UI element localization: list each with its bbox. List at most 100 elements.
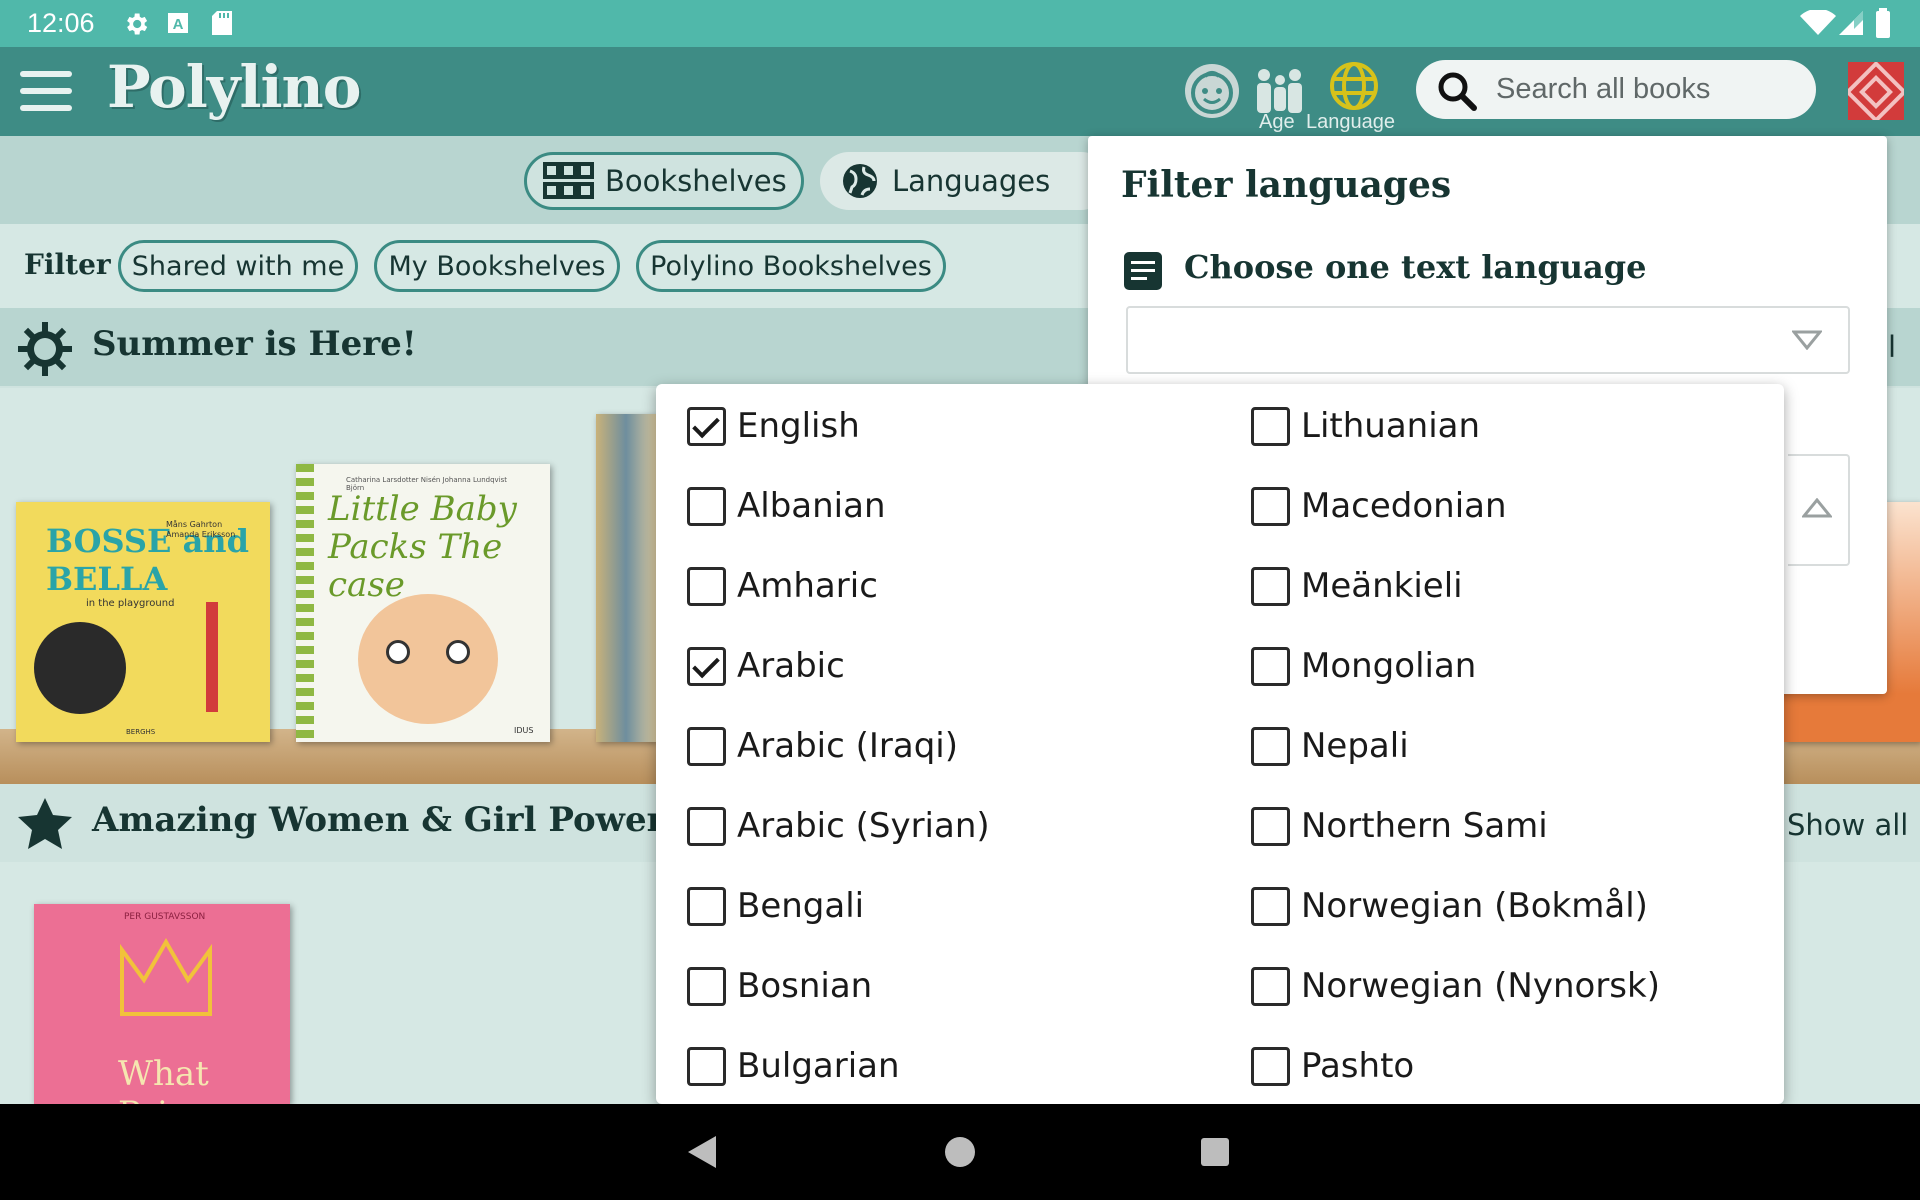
menu-icon[interactable] — [20, 69, 72, 113]
language-option-label: Bosnian — [737, 966, 873, 1006]
language-option-label: Northern Sami — [1301, 806, 1548, 846]
checkbox-unchecked[interactable] — [1251, 406, 1290, 446]
home-icon[interactable] — [944, 1136, 976, 1168]
text-document-icon — [1124, 252, 1162, 290]
font-icon: A — [168, 13, 188, 33]
checkbox-unchecked[interactable] — [1251, 486, 1290, 526]
checkbox-checked[interactable] — [687, 406, 726, 446]
filter-chip-my-bookshelves[interactable]: My Bookshelves — [374, 240, 620, 292]
book-publisher: BERGHS — [126, 728, 156, 736]
star-icon — [18, 798, 72, 849]
language-option[interactable]: Bosnian — [687, 946, 872, 1026]
book-illustration — [206, 602, 218, 712]
language-option[interactable]: Bulgarian — [687, 1026, 900, 1106]
checkbox-unchecked[interactable] — [1251, 566, 1290, 606]
svg-text:A: A — [173, 16, 184, 33]
book-little-baby[interactable]: Catharina Larsdotter Nisén Johanna Lundq… — [296, 464, 550, 742]
checkbox-unchecked[interactable] — [687, 486, 726, 526]
battery-icon — [1876, 8, 1890, 38]
language-option[interactable]: English — [687, 386, 860, 466]
search-input[interactable]: Search all books — [1416, 60, 1816, 119]
panel-title: Filter languages — [1121, 164, 1452, 206]
language-option[interactable]: Pashto — [1251, 1026, 1414, 1106]
book-spine — [296, 464, 314, 742]
tab-bookshelves[interactable]: Bookshelves — [524, 152, 804, 210]
language-option[interactable]: Norwegian (Bokmål) — [1251, 866, 1648, 946]
checkbox-unchecked[interactable] — [1251, 806, 1290, 846]
language-option[interactable]: Bengali — [687, 866, 864, 946]
book-illustration — [446, 640, 470, 664]
checkbox-unchecked[interactable] — [687, 566, 726, 606]
chevron-down-icon — [1792, 330, 1822, 350]
language-option[interactable]: Nepali — [1251, 706, 1409, 786]
language-option[interactable]: Macedonian — [1251, 466, 1507, 546]
checkbox-unchecked[interactable] — [687, 806, 726, 846]
signal-icon — [1839, 11, 1863, 35]
checkbox-unchecked[interactable] — [687, 966, 726, 1006]
book-bosse-and-bella[interactable]: BOSSE and BELLA in the playground Måns G… — [16, 502, 270, 742]
checkbox-unchecked[interactable] — [1251, 886, 1290, 926]
book-partial[interactable] — [596, 414, 656, 742]
tab-bookshelves-label: Bookshelves — [605, 164, 787, 198]
language-option[interactable]: Amharic — [687, 546, 878, 626]
grid-icon — [543, 162, 594, 199]
app-logo[interactable]: Polylino — [107, 53, 361, 121]
language-select-collapse[interactable] — [1788, 454, 1850, 566]
language-dropdown-list: English Albanian Amharic Arabic Arabic (Iraq… — [656, 384, 1784, 1104]
checkbox-unchecked[interactable] — [1251, 1046, 1290, 1086]
search-placeholder: Search all books — [1496, 73, 1711, 105]
language-option[interactable]: Mongolian — [1251, 626, 1476, 706]
book-publisher: IDUS — [514, 726, 534, 735]
checkbox-unchecked[interactable] — [687, 1046, 726, 1086]
checkbox-unchecked[interactable] — [687, 886, 726, 926]
language-label[interactable]: Language — [1306, 111, 1395, 134]
section-title-summer: Summer is Here! — [92, 324, 417, 364]
language-option[interactable]: Lithuanian — [1251, 386, 1480, 466]
language-option[interactable]: Albanian — [687, 466, 886, 546]
language-option[interactable]: Arabic (Iraqi) — [687, 706, 958, 786]
book-author: PER GUSTAVSSON — [124, 912, 206, 922]
language-option[interactable]: Arabic — [687, 626, 845, 706]
age-icon[interactable] — [1254, 67, 1304, 115]
child-face-icon[interactable] — [1183, 62, 1241, 120]
sun-icon — [18, 322, 72, 376]
book-subtitle: in the playground — [86, 598, 175, 609]
settings-icon — [127, 13, 148, 35]
checkbox-unchecked[interactable] — [1251, 966, 1290, 1006]
profile-logo-icon — [1844, 60, 1908, 124]
status-bar: 12:06 A — [0, 0, 1920, 47]
language-option[interactable]: Northern Sami — [1251, 786, 1548, 866]
section-show-all-amazing-women[interactable]: Show all — [1787, 808, 1908, 842]
language-option-label: Arabic (Iraqi) — [737, 726, 958, 766]
panel-subtitle: Choose one text language — [1184, 248, 1647, 286]
language-option[interactable]: Meänkieli — [1251, 546, 1463, 626]
text-language-select[interactable] — [1126, 306, 1850, 374]
checkbox-unchecked[interactable] — [1251, 726, 1290, 766]
section-title-amazing-women: Amazing Women & Girl Power — [92, 800, 665, 840]
language-option-label: English — [737, 406, 860, 446]
book-illustration — [386, 640, 410, 664]
globe-icon — [843, 164, 877, 198]
language-option-label: Norwegian (Nynorsk) — [1301, 966, 1660, 1006]
language-option-label: Nepali — [1301, 726, 1409, 766]
language-globe-icon[interactable] — [1329, 61, 1379, 111]
filter-chip-shared[interactable]: Shared with me — [118, 240, 358, 292]
age-label[interactable]: Age — [1259, 111, 1295, 134]
book-title: What Princess — [118, 1054, 264, 1104]
language-option[interactable]: Norwegian (Nynorsk) — [1251, 946, 1660, 1026]
language-option[interactable]: Arabic (Syrian) — [687, 786, 990, 866]
wifi-icon — [1800, 10, 1836, 35]
checkbox-checked[interactable] — [687, 646, 726, 686]
checkbox-unchecked[interactable] — [687, 726, 726, 766]
filter-chip-polylino-bookshelves[interactable]: Polylino Bookshelves — [636, 240, 946, 292]
recents-icon[interactable] — [1200, 1137, 1230, 1167]
book-illustration — [34, 622, 126, 714]
tab-languages[interactable]: Languages — [820, 152, 1110, 210]
back-icon[interactable] — [686, 1134, 720, 1170]
book-what-princess[interactable]: PER GUSTAVSSON What Princess — [34, 904, 290, 1104]
checkbox-unchecked[interactable] — [1251, 646, 1290, 686]
profile-avatar[interactable] — [1844, 60, 1908, 124]
language-option-label: Bulgarian — [737, 1046, 900, 1086]
language-option-label: Lithuanian — [1301, 406, 1481, 446]
book-title: Little Baby Packs The case — [328, 489, 517, 605]
